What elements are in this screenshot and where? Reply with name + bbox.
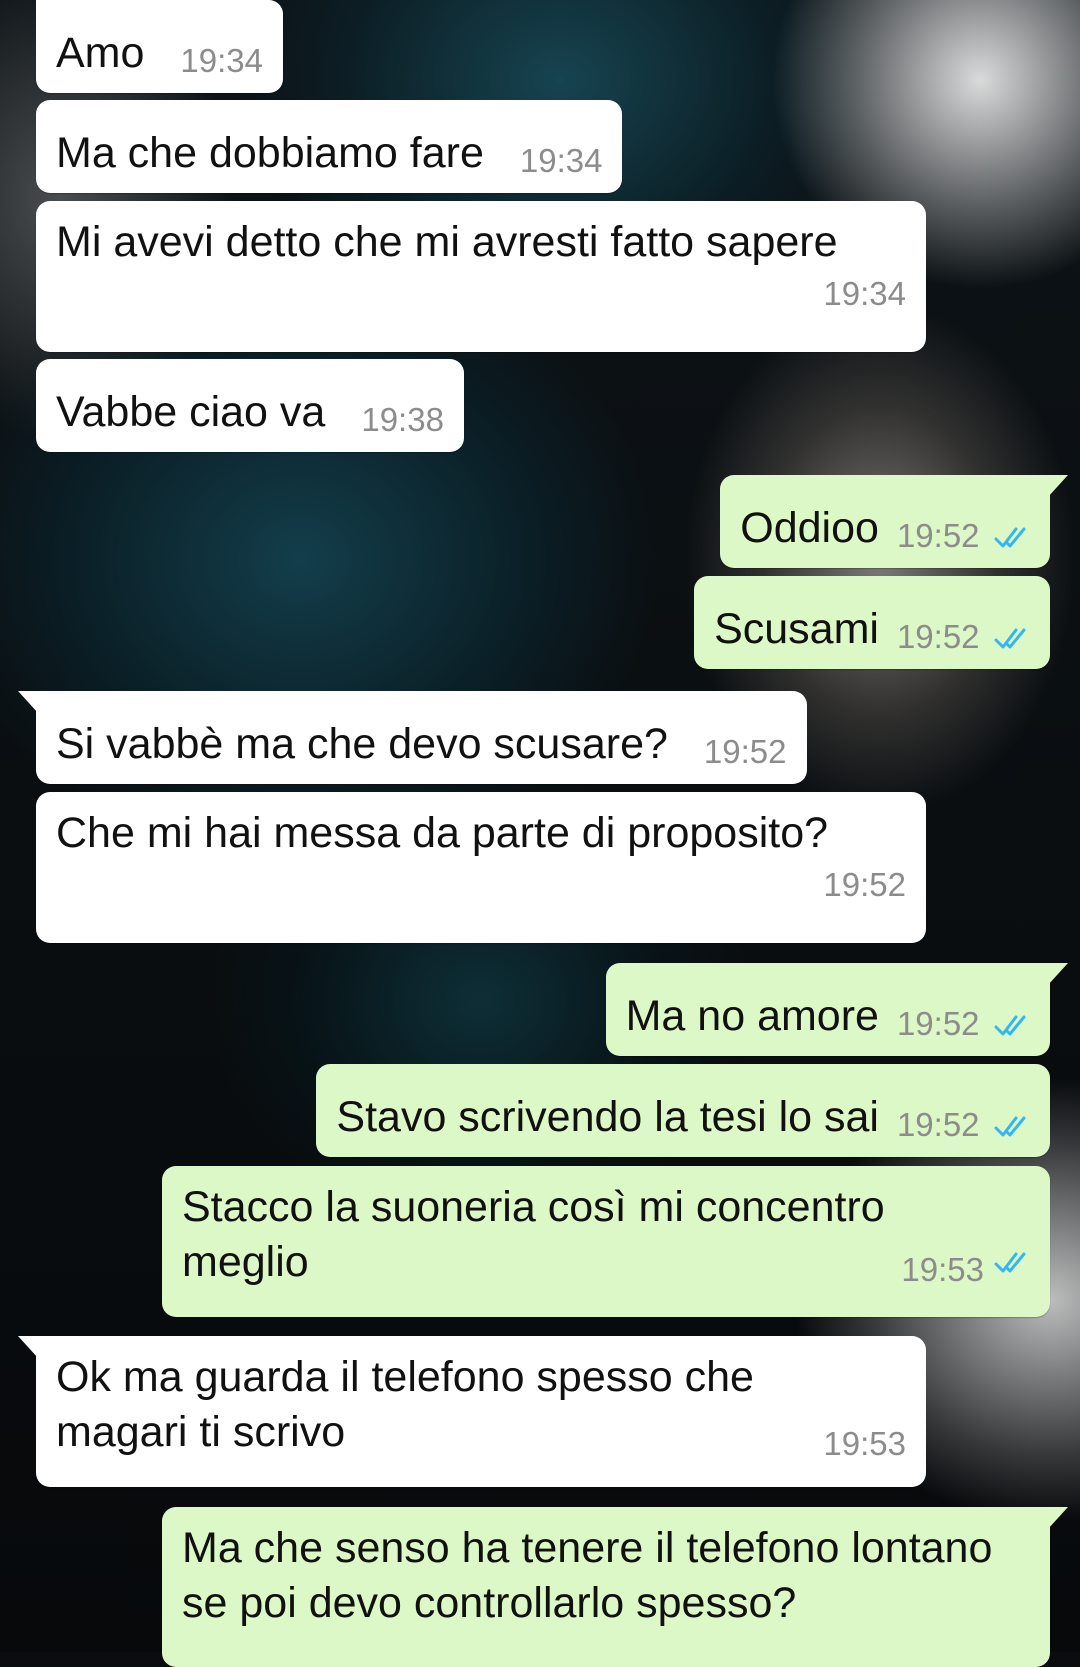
message-meta: 19:52	[56, 865, 906, 905]
message-text: Si vabbè ma che devo scusare?	[56, 720, 668, 768]
message-bubble-incoming[interactable]: Vabbe ciao va 19:38	[36, 359, 464, 452]
message-text: Amo	[56, 29, 145, 77]
message-text: Mi avevi detto che mi avresti fatto sape…	[56, 218, 838, 266]
message-time: 19:52	[896, 618, 980, 655]
message-time: 19:52	[703, 733, 787, 770]
double-check-read-icon	[994, 628, 1026, 649]
message-bubble-incoming[interactable]: Ok ma guarda il telefono spesso che maga…	[18, 1336, 926, 1487]
message-meta: 19:53	[182, 1250, 1030, 1290]
message-bubble-incoming[interactable]: Si vabbè ma che devo scusare? 19:52	[18, 691, 807, 784]
message-bubble-outgoing[interactable]: Oddioo 19:52	[720, 475, 1068, 568]
message-bubble-incoming[interactable]: Amo 19:34	[36, 0, 284, 93]
message-bubble-incoming[interactable]: Mi avevi detto che mi avresti fatto sape…	[36, 201, 926, 352]
message-meta: 19:52	[897, 1105, 1030, 1145]
message-time: 19:52	[896, 1106, 980, 1143]
message-text: Ma che senso ha tenere il telefono lonta…	[182, 1524, 1005, 1627]
message-bubble-incoming[interactable]: Che mi hai messa da parte di proposito? …	[36, 792, 926, 943]
message-time: 19:34	[823, 275, 906, 312]
message-time: 19:34	[519, 142, 603, 179]
double-check-read-icon	[994, 1252, 1026, 1273]
message-text: Vabbe ciao va	[56, 388, 326, 436]
message-time: 19:34	[180, 42, 264, 79]
message-text: Oddioo	[740, 504, 879, 552]
message-bubble-outgoing[interactable]: Stavo scrivendo la tesi lo sai 19:52	[316, 1064, 1050, 1157]
message-text: Scusami	[714, 605, 879, 653]
message-text: Che mi hai messa da parte di proposito?	[56, 809, 829, 857]
message-time: 19:53	[823, 1425, 906, 1462]
message-meta: 19:34	[56, 274, 906, 314]
message-bubble-outgoing[interactable]: Ma no amore 19:52	[605, 963, 1069, 1056]
message-time: 19:53	[901, 1251, 984, 1288]
message-bubble-outgoing[interactable]: Stacco la suoneria così mi concentro meg…	[162, 1166, 1050, 1317]
message-meta: 19:52	[897, 516, 1030, 556]
message-meta: 19:38	[361, 400, 444, 440]
double-check-read-icon	[994, 527, 1026, 548]
message-text: Ma che dobbiamo fare	[56, 129, 484, 177]
message-bubble-incoming[interactable]: Ma che dobbiamo fare 19:34	[36, 100, 623, 193]
message-text: Ma no amore	[625, 992, 879, 1040]
message-bubble-outgoing[interactable]: Scusami 19:52	[694, 576, 1050, 669]
conversation: Amo 19:34 Ma che dobbiamo fare 19:34 Mi …	[0, 0, 1080, 1667]
double-check-read-icon	[994, 1116, 1026, 1137]
message-meta: 19:52	[897, 617, 1030, 657]
message-meta: 19:52	[897, 1004, 1030, 1044]
message-time: 19:38	[361, 401, 444, 438]
message-meta: 19:52	[704, 732, 787, 772]
double-check-read-icon	[994, 1015, 1026, 1036]
message-meta: 19:34	[520, 141, 603, 181]
message-meta: 19:34	[180, 41, 263, 81]
message-time: 19:52	[823, 866, 906, 903]
message-time: 19:52	[896, 1005, 980, 1042]
message-time: 19:52	[896, 517, 980, 554]
message-text: Stavo scrivendo la tesi lo sai	[336, 1093, 879, 1141]
message-bubble-outgoing[interactable]: Ma che senso ha tenere il telefono lonta…	[162, 1507, 1068, 1667]
